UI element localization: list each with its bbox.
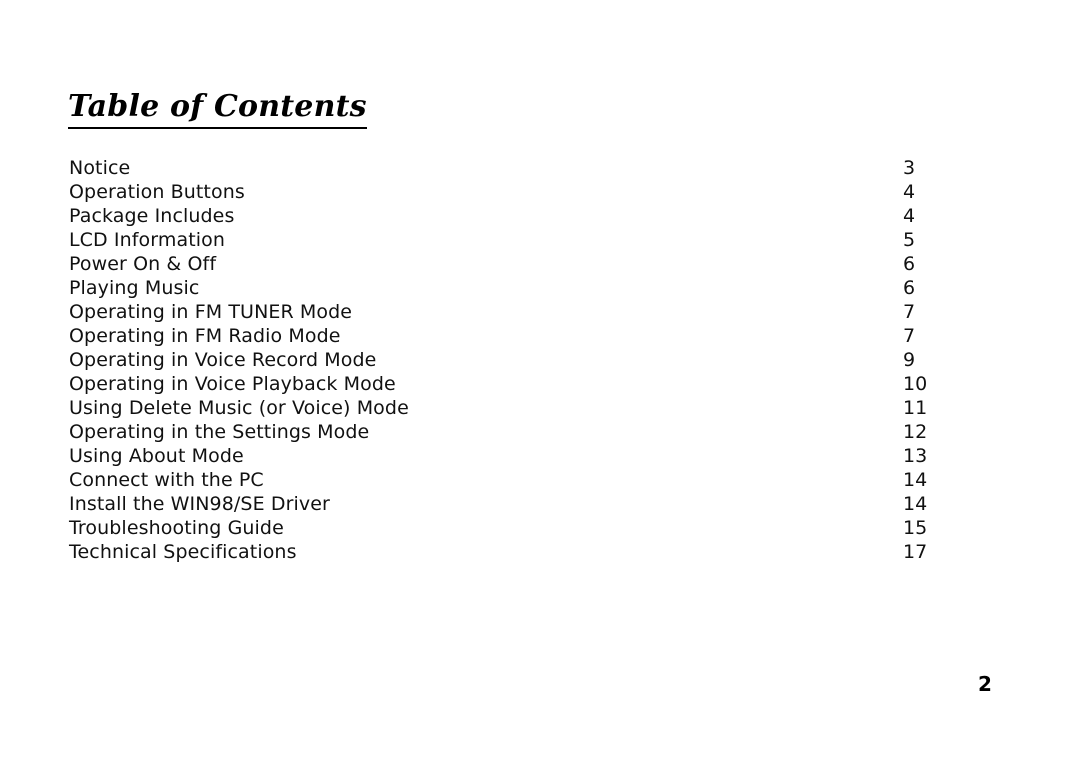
document-page: Table of Contents Notice 3 Operation Butto… — [0, 0, 1080, 764]
toc-entry-label: Install the WIN98/SE Driver — [69, 493, 330, 515]
toc-entry[interactable]: Connect with the PC 14 — [69, 468, 949, 492]
toc-entry-page-number: 15 — [903, 517, 928, 539]
toc-entry[interactable]: Install the WIN98/SE Driver 14 — [69, 492, 949, 516]
toc-entry-page-number: 7 — [903, 301, 916, 323]
toc-entry-label: Package Includes — [69, 205, 235, 227]
toc-entry-page-number: 9 — [903, 349, 916, 371]
table-of-contents-list: Notice 3 Operation Buttons 4 Package Include… — [69, 156, 949, 564]
toc-entry[interactable]: Operating in Voice Playback Mode 10 — [69, 372, 949, 396]
toc-entry-page-number: 14 — [903, 469, 928, 491]
toc-entry-page-number: 7 — [903, 325, 916, 347]
footer-page-number: 2 — [978, 672, 992, 696]
toc-entry[interactable]: Operating in the Settings Mode 12 — [69, 420, 949, 444]
toc-entry-label: Operating in the Settings Mode — [69, 421, 370, 443]
toc-entry-page-number: 10 — [903, 373, 928, 395]
toc-entry-page-number: 5 — [903, 229, 916, 251]
toc-entry[interactable]: Package Includes 4 — [69, 204, 949, 228]
toc-entry-label: Technical Specifications — [69, 541, 297, 563]
toc-entry-label: Troubleshooting Guide — [69, 517, 284, 539]
toc-entry-page-number: 11 — [903, 397, 928, 419]
toc-entry-label: Operating in FM Radio Mode — [69, 325, 341, 347]
toc-entry-page-number: 4 — [903, 205, 916, 227]
toc-entry-label: Operating in Voice Record Mode — [69, 349, 377, 371]
toc-entry[interactable]: Operating in FM TUNER Mode 7 — [69, 300, 949, 324]
toc-entry[interactable]: Playing Music 6 — [69, 276, 949, 300]
toc-entry-label: Using Delete Music (or Voice) Mode — [69, 397, 409, 419]
toc-entry-page-number: 4 — [903, 181, 916, 203]
toc-entry[interactable]: Using About Mode 13 — [69, 444, 949, 468]
toc-entry[interactable]: Power On & Off 6 — [69, 252, 949, 276]
toc-entry-label: Playing Music — [69, 277, 200, 299]
toc-entry-label: Using About Mode — [69, 445, 244, 467]
toc-entry[interactable]: Notice 3 — [69, 156, 949, 180]
toc-entry-label: Operating in FM TUNER Mode — [69, 301, 353, 323]
toc-entry[interactable]: Operating in Voice Record Mode 9 — [69, 348, 949, 372]
toc-entry-page-number: 3 — [903, 157, 916, 179]
toc-entry[interactable]: Operating in FM Radio Mode 7 — [69, 324, 949, 348]
toc-entry-page-number: 12 — [903, 421, 928, 443]
toc-entry[interactable]: LCD Information 5 — [69, 228, 949, 252]
toc-entry-label: LCD Information — [69, 229, 226, 251]
toc-entry-label: Operation Buttons — [69, 181, 245, 203]
toc-entry-page-number: 6 — [903, 253, 916, 275]
toc-entry-page-number: 13 — [903, 445, 928, 467]
toc-entry-page-number: 14 — [903, 493, 928, 515]
toc-entry-label: Notice — [69, 157, 131, 179]
toc-entry-label: Power On & Off — [69, 253, 217, 275]
page-title: Table of Contents — [68, 90, 367, 129]
toc-entry-page-number: 17 — [903, 541, 928, 563]
toc-entry[interactable]: Using Delete Music (or Voice) Mode 11 — [69, 396, 949, 420]
toc-entry[interactable]: Troubleshooting Guide 15 — [69, 516, 949, 540]
toc-entry[interactable]: Operation Buttons 4 — [69, 180, 949, 204]
toc-entry[interactable]: Technical Specifications 17 — [69, 540, 949, 564]
toc-entry-label: Connect with the PC — [69, 469, 264, 491]
toc-entry-page-number: 6 — [903, 277, 916, 299]
toc-entry-label: Operating in Voice Playback Mode — [69, 373, 396, 395]
